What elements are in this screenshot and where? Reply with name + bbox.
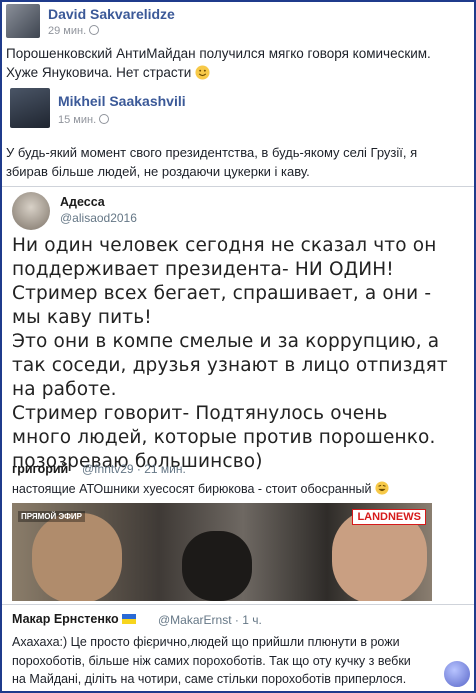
tweet-author[interactable]: Макар Ернстенко [12, 612, 136, 626]
tweet-line: Стример всех бегает, спрашивает, а они - [12, 283, 432, 304]
tweet-line: много людей, которые против порошенко. [12, 427, 436, 448]
avatar[interactable] [6, 4, 40, 38]
post-time-text: 15 мин. [58, 114, 97, 126]
video-overlay-label: ПРЯМОЙ ЭФИР [18, 511, 85, 522]
smile-icon [195, 65, 210, 80]
post-text: Порошенковский АнтиМайдан получился мягк… [6, 44, 431, 82]
tweet-handle[interactable]: @fhntv29 · 21 мин. [82, 462, 186, 476]
video-person [32, 513, 122, 601]
tweet-author-text: Макар Ернстенко [12, 612, 119, 626]
tweet-line: поддерживает президента- НИ ОДИН! [12, 259, 394, 280]
video-thumbnail[interactable]: ПРЯМОЙ ЭФИР LANDNEWS [12, 503, 432, 601]
post-time-text: 29 мин. [48, 25, 87, 37]
tweet-text: Ни один человек сегодня не сказал что он… [12, 234, 470, 474]
watermark-badge-icon [442, 659, 472, 689]
globe-icon [89, 25, 100, 35]
avatar[interactable] [12, 192, 50, 230]
rolling-laugh-icon [375, 481, 389, 495]
tweet-line: Стример говорит- Подтянулось очень [12, 403, 388, 424]
tweet-text: настоящие АТОшники хуесосят бирюкова - с… [12, 480, 389, 499]
tweet-author[interactable]: Адесса [60, 195, 105, 209]
tweet-line: порохоботів, більше ніж самих порохоботі… [12, 653, 411, 668]
tweet-text-span: настоящие АТОшники хуесосят бирюкова - с… [12, 482, 372, 496]
tweet-line: на работе. [12, 379, 117, 400]
video-logo: LANDNEWS [352, 509, 426, 525]
tweet-text: Ахахаха:) Це просто фієрично,людей що пр… [12, 633, 411, 689]
video-person [182, 531, 252, 601]
tweet-line: мы каву пить! [12, 307, 152, 328]
tweet-line: позозреваю большинсво) [12, 451, 263, 472]
post-author[interactable]: Mikheil Saakashvili [58, 93, 186, 109]
tweet-line: Это они в компе смелые и за коррупцию, а [12, 331, 440, 352]
avatar[interactable] [10, 88, 50, 128]
tweet-line: Ни один человек сегодня не сказал что он [12, 235, 437, 256]
tweet-handle[interactable]: @MakarErnst · 1 ч. [158, 613, 262, 627]
post-text-line: У будь-який момент свого президентства, … [6, 145, 418, 160]
ukraine-flag-icon [121, 614, 136, 624]
tweet-line: на Майдані, діліть на чотири, саме стіль… [12, 672, 407, 686]
post-author[interactable]: David Sakvarelidze [48, 6, 175, 22]
divider [2, 604, 474, 605]
divider [2, 186, 474, 187]
tweet-line: так соседи, друзья узнают в лицо отпиздя… [12, 355, 448, 376]
post-text: У будь-який момент свого президентства, … [6, 143, 417, 181]
tweet-line: Ахахаха:) Це просто фієрично,людей що пр… [12, 635, 400, 649]
post-time[interactable]: 29 мин. [48, 25, 100, 37]
post-text-line: Порошенковский АнтиМайдан получился мягк… [6, 46, 431, 61]
post-text-span: Хуже Януковича. Нет страсти [6, 65, 192, 80]
post-text-line: Хуже Януковича. Нет страсти [6, 63, 431, 82]
globe-icon [99, 114, 110, 124]
post-time[interactable]: 15 мин. [58, 114, 110, 126]
tweet-author[interactable]: григорий [12, 462, 68, 476]
post-text-line: збирав більше людей, не роздаючи цукерки… [6, 164, 310, 179]
tweet-handle[interactable]: @alisaod2016 [60, 211, 137, 225]
